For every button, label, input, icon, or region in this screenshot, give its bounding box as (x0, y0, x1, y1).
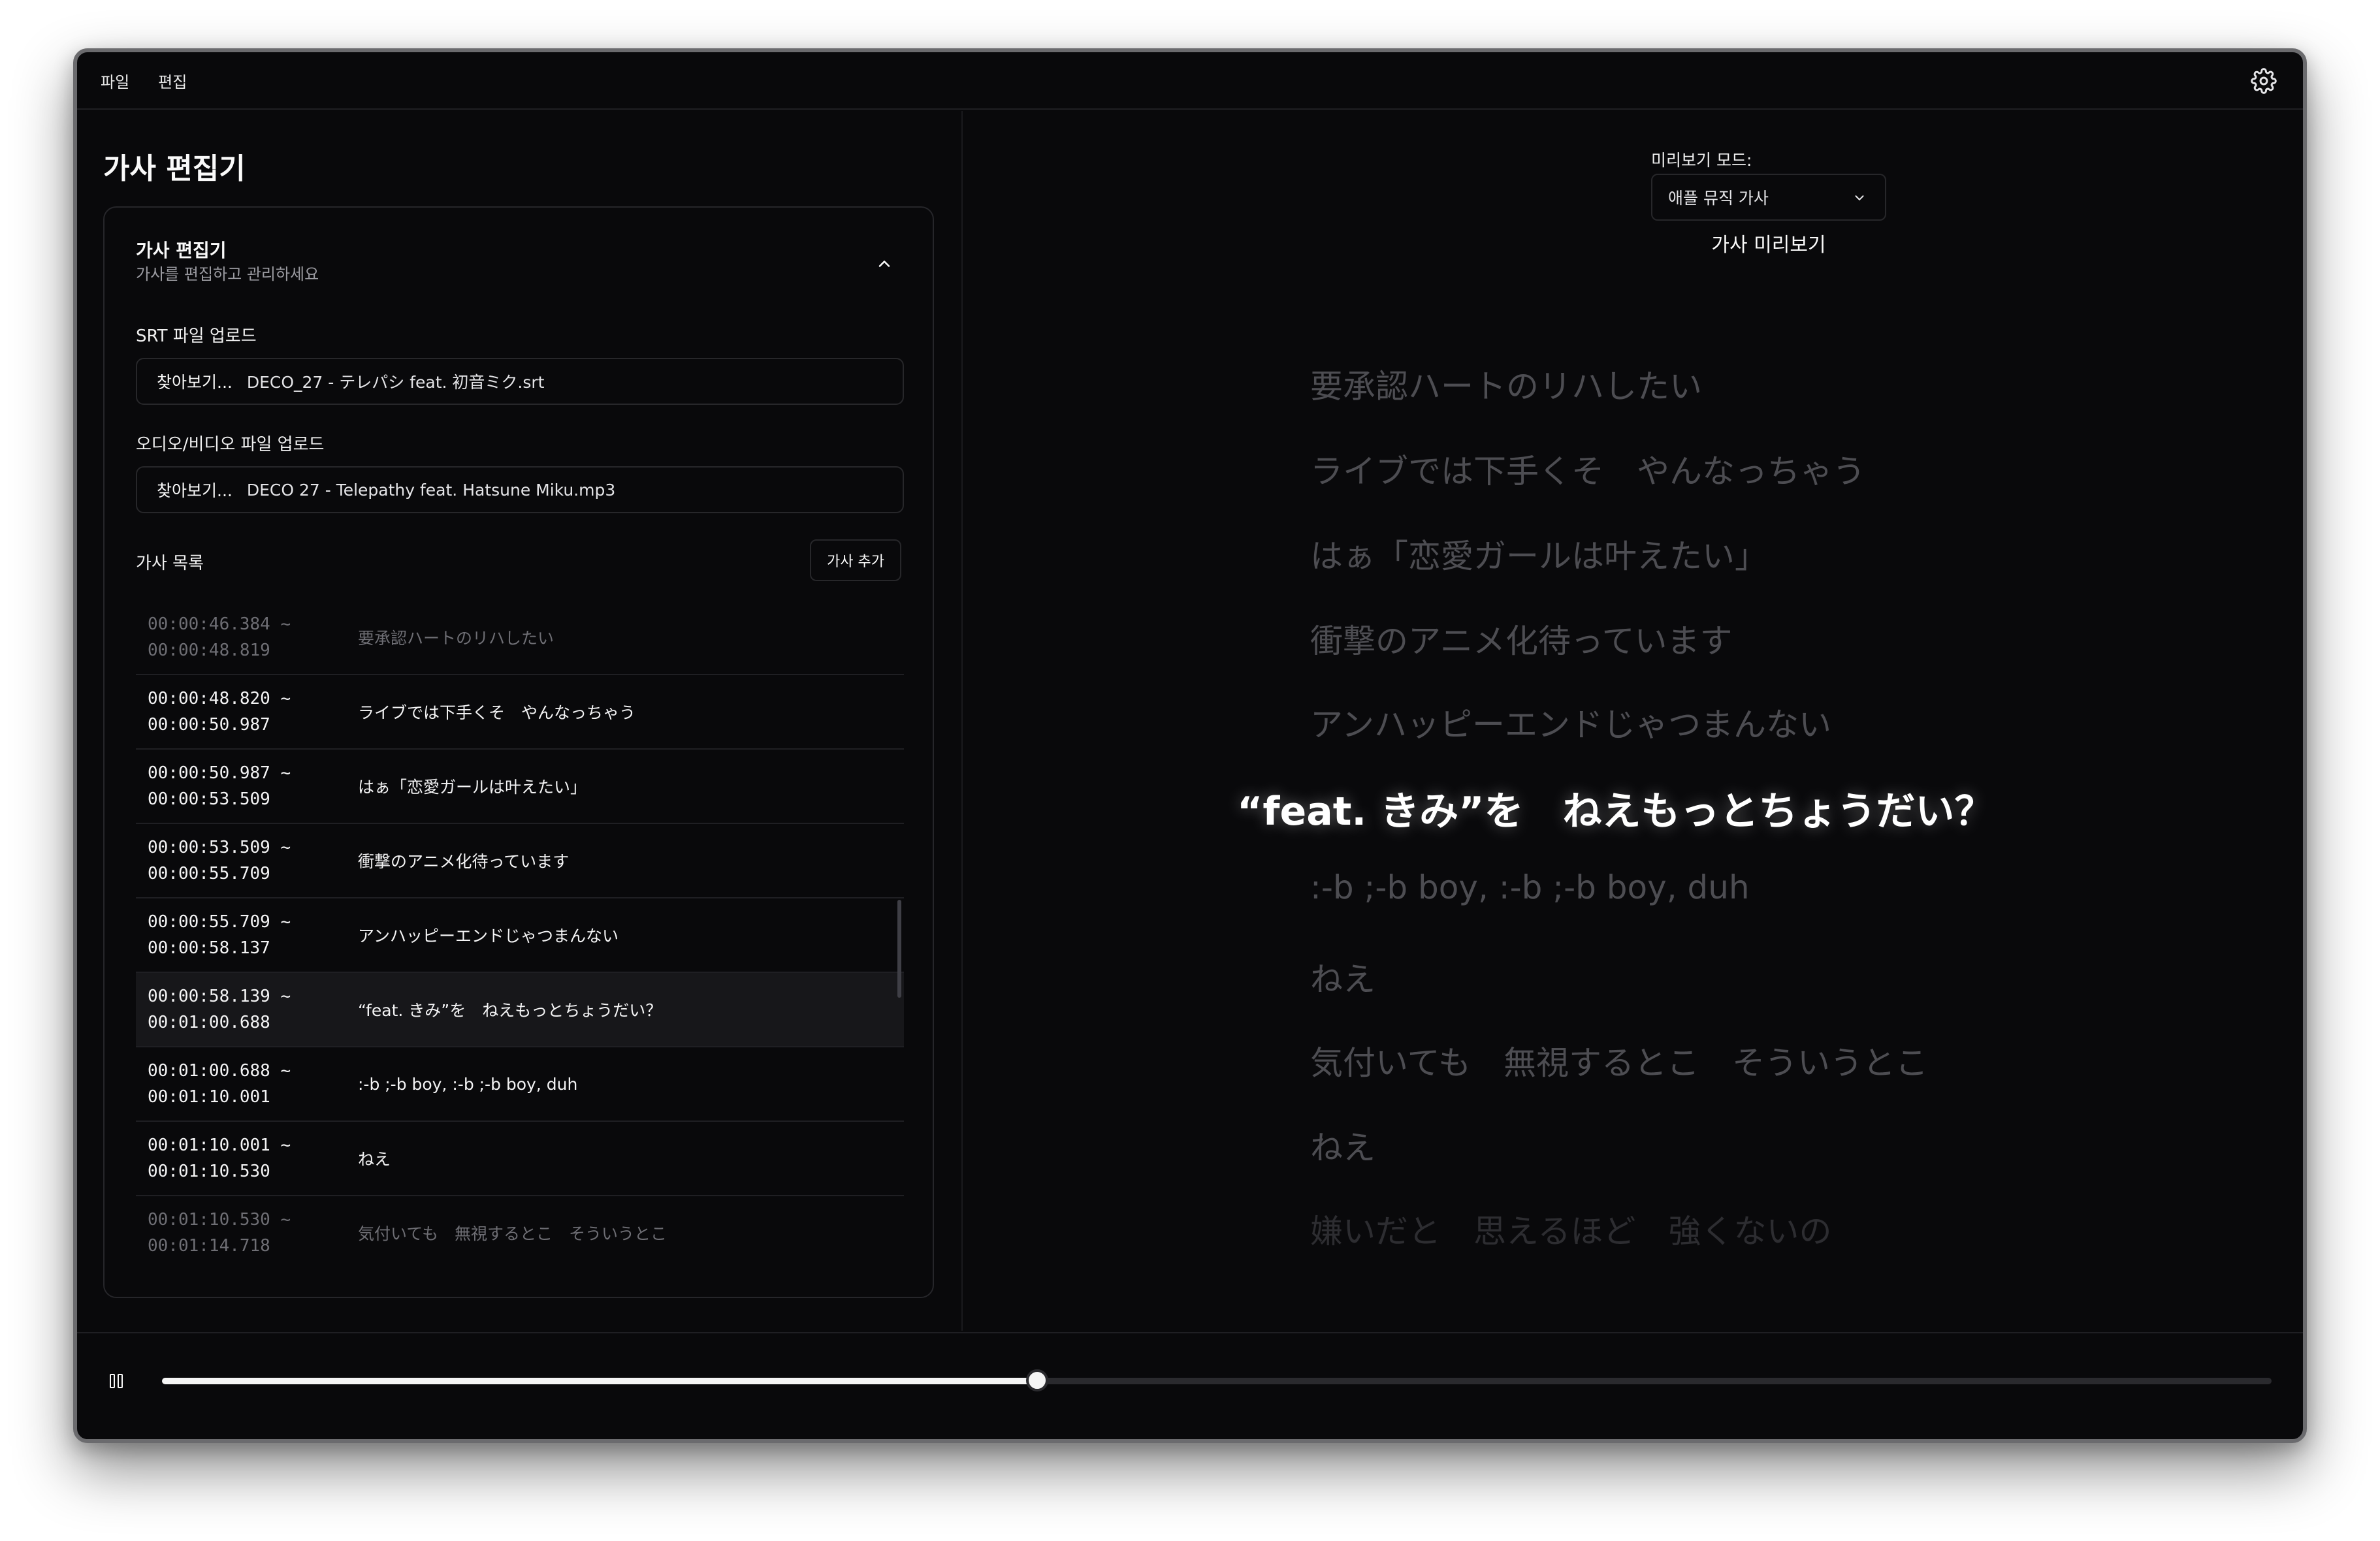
lyric-row[interactable]: 00:01:10.530 ~ 00:01:14.718 気付いても 無視するとこ… (136, 1196, 904, 1267)
preview-title: 가사 미리보기 (1711, 234, 1826, 257)
preview-lyric-line: はぁ「恋愛ガールは叶えたい」 (1310, 537, 1767, 575)
lyric-row-text: アンハッピーエンドじゃつまんない (358, 927, 619, 945)
preview-mode-select[interactable]: 애플 뮤직 가사 (1651, 174, 1886, 221)
chevron-down-icon (1855, 195, 1864, 200)
lyric-row-time: 00:01:00.688 ~ 00:01:10.001 (148, 1061, 291, 1107)
lyric-row-text: はぁ「恋愛ガールは叶えたい」 (358, 778, 587, 797)
lyric-row-time: 00:01:10.001 ~ 00:01:10.530 (148, 1136, 291, 1181)
lyric-row-text: :-b ;-b boy, :-b ;-b boy, duh (358, 1074, 578, 1094)
lyric-row-text: ライブでは下手くそ やんなっちゃう (358, 703, 636, 722)
preview-lyric-line: 衝撃のアニメ化待っています (1310, 622, 1733, 660)
menu-edit[interactable]: 편집 (158, 69, 187, 92)
lyric-row[interactable]: 00:00:50.987 ~ 00:00:53.509 はぁ「恋愛ガールは叶えた… (136, 750, 904, 824)
app-window: 파일 편집 가사 편집기 가사 편집기 가사를 편집하고 관리하세요 SRT 파… (73, 48, 2307, 1443)
preview-lyric-line: 気付いても 無視するとこ そういうとこ (1310, 1044, 1928, 1082)
preview-lyric-line: ねえ (1310, 961, 1375, 998)
srt-file-input[interactable]: 찾아보기... DECO_27 - テレパシ feat. 初音ミク.srt (136, 358, 904, 405)
lyric-row-time: 00:00:50.987 ~ 00:00:53.509 (148, 763, 291, 809)
lyric-row[interactable]: 00:00:46.384 ~ 00:00:48.819 要承認ハートのリハしたい (136, 607, 904, 675)
editor-card: 가사 편집기 가사를 편집하고 관리하세요 SRT 파일 업로드 찾아보기...… (103, 206, 934, 1298)
preview-mode-label: 미리보기 모드: (1651, 151, 1752, 170)
preview-lyric-line: :-b ;-b boy, :-b ;-b boy, duh (1310, 868, 1750, 906)
lyric-row-time: 00:01:10.530 ~ 00:01:14.718 (148, 1210, 291, 1256)
media-file-input[interactable]: 찾아보기... DECO 27 - Telepathy feat. Hatsun… (136, 466, 904, 513)
add-lyric-button[interactable]: 가사 추가 (810, 539, 901, 581)
preview-lyric-line: アンハッピーエンドじゃつまんない (1310, 706, 1831, 744)
player-bar (77, 1332, 2303, 1439)
lyric-row-time: 00:00:58.139 ~ 00:01:00.688 (148, 987, 291, 1032)
lyric-row[interactable]: 00:01:00.688 ~ 00:01:10.001 :-b ;-b boy,… (136, 1047, 904, 1122)
media-file-name: DECO 27 - Telepathy feat. Hatsune Miku.m… (246, 480, 616, 500)
editor-panel: 가사 편집기 가사 편집기 가사를 편집하고 관리하세요 SRT 파일 업로드 … (77, 111, 963, 1331)
srt-file-name: DECO_27 - テレパシ feat. 初音ミク.srt (246, 373, 545, 392)
preview-lyric-current: “feat. きみ”を ねえもっとちょうだい？ (1237, 789, 1994, 834)
lyric-row-time: 00:00:53.509 ~ 00:00:55.709 (148, 838, 291, 883)
card-title: 가사 편집기 (136, 240, 227, 261)
chevron-up-icon[interactable] (875, 255, 893, 273)
lyric-row-text: “feat. きみ”を ねえもっとちょうだい？ (358, 1001, 662, 1020)
lyric-row-time: 00:00:48.820 ~ 00:00:50.987 (148, 689, 291, 735)
srt-upload-label: SRT 파일 업로드 (136, 326, 257, 346)
seek-bar-progress (162, 1378, 1038, 1384)
lyric-row[interactable]: 00:00:53.509 ~ 00:00:55.709 衝撃のアニメ化待っていま… (136, 824, 904, 898)
media-upload-label: 오디오/비디오 파일 업로드 (136, 435, 325, 454)
page-title: 가사 편집기 (103, 152, 246, 185)
list-scrollbar[interactable] (897, 900, 901, 998)
lyric-row-text: ねえ (358, 1150, 391, 1169)
media-browse-button[interactable]: 찾아보기... (157, 478, 233, 501)
pause-icon[interactable] (108, 1371, 127, 1391)
lyric-row-active[interactable]: 00:00:58.139 ~ 00:01:00.688 “feat. きみ”を … (136, 973, 904, 1047)
card-subtitle: 가사를 편집하고 관리하세요 (136, 265, 319, 283)
preview-lyric-line: ライブでは下手くそ やんなっちゃう (1310, 453, 1865, 490)
seek-bar-thumb[interactable] (1026, 1369, 1049, 1391)
preview-lyric-line: ねえ (1310, 1129, 1375, 1167)
lyric-row[interactable]: 00:00:55.709 ~ 00:00:58.137 アンハッピーエンドじゃつ… (136, 898, 904, 973)
lyrics-list-label: 가사 목록 (136, 554, 204, 573)
preview-panel: 미리보기 모드: 애플 뮤직 가사 가사 미리보기 要承認ハートのリハしたい ラ… (964, 111, 2303, 1331)
lyric-row-time: 00:00:46.384 ~ 00:00:48.819 (148, 614, 291, 660)
lyric-row-time: 00:00:55.709 ~ 00:00:58.137 (148, 912, 291, 958)
preview-mode-value: 애플 뮤직 가사 (1668, 189, 1769, 208)
srt-browse-button[interactable]: 찾아보기... (157, 370, 233, 393)
lyric-row-text: 衝撃のアニメ化待っています (358, 852, 570, 871)
preview-lyric-line: 要承認ハートのリハしたい (1310, 368, 1702, 405)
menubar: 파일 편집 (77, 52, 2303, 110)
lyric-row[interactable]: 00:00:48.820 ~ 00:00:50.987 ライブでは下手くそ やん… (136, 675, 904, 750)
lyrics-list: 00:00:46.384 ~ 00:00:48.819 要承認ハートのリハしたい… (136, 607, 904, 1267)
lyric-row-text: 要承認ハートのリハしたい (358, 629, 555, 648)
lyric-row-text: 気付いても 無視するとこ そういうとこ (358, 1224, 667, 1243)
preview-lyric-line: 嫌いだと 思えるほど 強くないの (1310, 1213, 1832, 1250)
seek-bar[interactable] (162, 1369, 2272, 1391)
gear-icon[interactable] (2251, 68, 2277, 94)
lyric-row[interactable]: 00:01:10.001 ~ 00:01:10.530 ねえ (136, 1122, 904, 1196)
menu-file[interactable]: 파일 (101, 69, 129, 92)
